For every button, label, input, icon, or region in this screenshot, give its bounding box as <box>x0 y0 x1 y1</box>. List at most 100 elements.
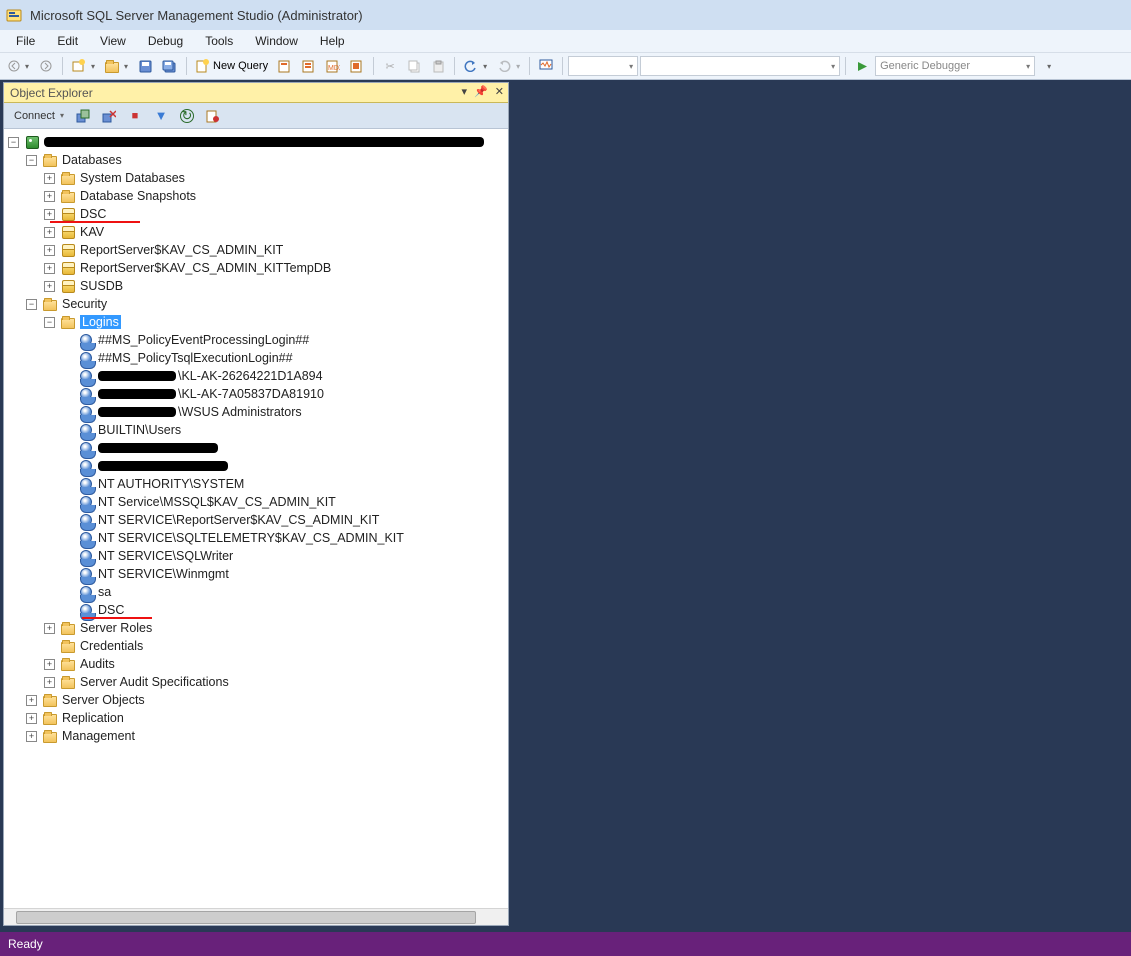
debug-target-button[interactable] <box>1037 55 1059 77</box>
object-explorer-titlebar[interactable]: Object Explorer ▾ 📌 ✕ <box>4 83 508 103</box>
tree-login-item[interactable]: ##MS_PolicyTsqlExecutionLogin## <box>8 349 508 367</box>
tree-db-reportserver[interactable]: + ReportServer$KAV_CS_ADMIN_KIT <box>8 241 508 259</box>
tree-login-item[interactable]: NT SERVICE\Winmgmt <box>8 565 508 583</box>
panel-close-icon[interactable]: ✕ <box>493 85 506 98</box>
new-project-button[interactable] <box>68 55 99 77</box>
tree-login-item[interactable]: sa <box>8 583 508 601</box>
as-query-button[interactable] <box>298 55 320 77</box>
menu-view[interactable]: View <box>90 32 136 50</box>
tree-login-item[interactable]: NT Service\MSSQL$KAV_CS_ADMIN_KIT <box>8 493 508 511</box>
tree-login-item[interactable]: NT SERVICE\SQLTELEMETRY$KAV_CS_ADMIN_KIT <box>8 529 508 547</box>
menu-tools[interactable]: Tools <box>195 32 243 50</box>
collapse-icon[interactable]: − <box>26 155 37 166</box>
nav-fwd-button[interactable] <box>35 55 57 77</box>
menubar: File Edit View Debug Tools Window Help <box>0 30 1131 52</box>
tree-management[interactable]: + Management <box>8 727 508 745</box>
db-engine-query-button[interactable] <box>274 55 296 77</box>
tree-system-databases[interactable]: + System Databases <box>8 169 508 187</box>
panel-dropdown-icon[interactable]: ▾ <box>460 85 470 98</box>
new-query-button[interactable]: New Query <box>192 55 272 77</box>
menu-edit[interactable]: Edit <box>47 32 88 50</box>
refresh-button[interactable]: ↻ <box>176 106 198 126</box>
tree-login-item[interactable]: \KL-AK-26264221D1A894 <box>8 367 508 385</box>
expand-icon[interactable]: + <box>44 227 55 238</box>
solution-platform-combo[interactable] <box>640 56 840 76</box>
tree-security-node[interactable]: − Security <box>8 295 508 313</box>
expand-icon[interactable]: + <box>44 191 55 202</box>
mdx-query-button[interactable]: MDX <box>322 55 344 77</box>
debugger-combo[interactable]: Generic Debugger <box>875 56 1035 76</box>
tree-db-snapshots[interactable]: + Database Snapshots <box>8 187 508 205</box>
expand-icon[interactable]: + <box>44 173 55 184</box>
collapse-icon[interactable]: − <box>44 317 55 328</box>
tree-db-susdb[interactable]: + SUSDB <box>8 277 508 295</box>
expand-icon[interactable]: + <box>44 263 55 274</box>
tree-db-reportservertemp[interactable]: + ReportServer$KAV_CS_ADMIN_KITTempDB <box>8 259 508 277</box>
tree-login-item[interactable]: ##MS_PolicyEventProcessingLogin## <box>8 331 508 349</box>
activity-monitor-button[interactable] <box>535 55 557 77</box>
connect-button[interactable]: Connect <box>10 106 68 126</box>
tree-label: ReportServer$KAV_CS_ADMIN_KIT <box>80 243 283 257</box>
expand-icon[interactable]: + <box>44 245 55 256</box>
menu-file[interactable]: File <box>6 32 45 50</box>
menu-debug[interactable]: Debug <box>138 32 193 50</box>
tree-login-item[interactable]: \KL-AK-7A05837DA81910 <box>8 385 508 403</box>
collapse-icon[interactable]: − <box>8 137 19 148</box>
horizontal-scrollbar[interactable] <box>4 908 508 925</box>
tree-audit-specs[interactable]: + Server Audit Specifications <box>8 673 508 691</box>
tree-login-item[interactable]: \WSUS Administrators <box>8 403 508 421</box>
stop-button[interactable]: ■ <box>124 106 146 126</box>
expand-icon[interactable]: + <box>44 659 55 670</box>
collapse-icon[interactable]: − <box>26 299 37 310</box>
object-explorer-tree[interactable]: − − Databases + System Databases + Datab… <box>4 129 508 908</box>
save-button[interactable] <box>134 55 156 77</box>
tree-server-objects[interactable]: + Server Objects <box>8 691 508 709</box>
tree-credentials[interactable]: Credentials <box>8 637 508 655</box>
panel-pin-icon[interactable]: 📌 <box>472 85 490 98</box>
cut-button[interactable]: ✂ <box>379 55 401 77</box>
start-debug-button[interactable] <box>851 55 873 77</box>
tree-server-roles[interactable]: + Server Roles <box>8 619 508 637</box>
tree-logins-node[interactable]: − Logins <box>8 313 508 331</box>
solution-config-combo[interactable] <box>568 56 638 76</box>
tree-login-item[interactable]: NT SERVICE\ReportServer$KAV_CS_ADMIN_KIT <box>8 511 508 529</box>
menu-window[interactable]: Window <box>245 32 308 50</box>
expand-icon[interactable]: + <box>26 713 37 724</box>
tree-login-item[interactable] <box>8 457 508 475</box>
expand-icon[interactable]: + <box>26 731 37 742</box>
paste-button[interactable] <box>427 55 449 77</box>
tree-db-kav[interactable]: + KAV <box>8 223 508 241</box>
tree-login-item[interactable]: BUILTIN\Users <box>8 421 508 439</box>
redo-button[interactable] <box>493 55 524 77</box>
expand-icon[interactable]: + <box>44 677 55 688</box>
expand-icon[interactable]: + <box>44 623 55 634</box>
tree-login-item[interactable] <box>8 439 508 457</box>
tree-audits[interactable]: + Audits <box>8 655 508 673</box>
tree-label: NT SERVICE\Winmgmt <box>98 567 229 581</box>
nav-back-button[interactable] <box>4 55 33 77</box>
filter-button[interactable]: ▼ <box>150 106 172 126</box>
tree-databases-node[interactable]: − Databases <box>8 151 508 169</box>
tree-label: NT SERVICE\ReportServer$KAV_CS_ADMIN_KIT <box>98 513 379 527</box>
tree-login-item[interactable]: NT SERVICE\SQLWriter <box>8 547 508 565</box>
expand-icon[interactable]: + <box>44 209 55 220</box>
connect-server-button[interactable] <box>72 106 94 126</box>
scrollbar-thumb[interactable] <box>16 911 476 924</box>
tree-login-dsc[interactable]: DSC <box>8 601 508 619</box>
expand-icon[interactable]: + <box>26 695 37 706</box>
expand-icon[interactable]: + <box>44 281 55 292</box>
disconnect-button[interactable] <box>98 106 120 126</box>
menu-help[interactable]: Help <box>310 32 355 50</box>
copy-button[interactable] <box>403 55 425 77</box>
save-all-button[interactable] <box>158 55 181 77</box>
open-file-button[interactable] <box>101 55 132 77</box>
tree-db-dsc[interactable]: + DSC <box>8 205 508 223</box>
tree-label: SUSDB <box>80 279 123 293</box>
tree-server-node[interactable]: − <box>8 133 508 151</box>
xmla-query-button[interactable] <box>346 55 368 77</box>
tree-login-item[interactable]: NT AUTHORITY\SYSTEM <box>8 475 508 493</box>
folder-icon <box>42 296 58 312</box>
tree-replication[interactable]: + Replication <box>8 709 508 727</box>
undo-button[interactable] <box>460 55 491 77</box>
oe-details-button[interactable] <box>202 106 224 126</box>
